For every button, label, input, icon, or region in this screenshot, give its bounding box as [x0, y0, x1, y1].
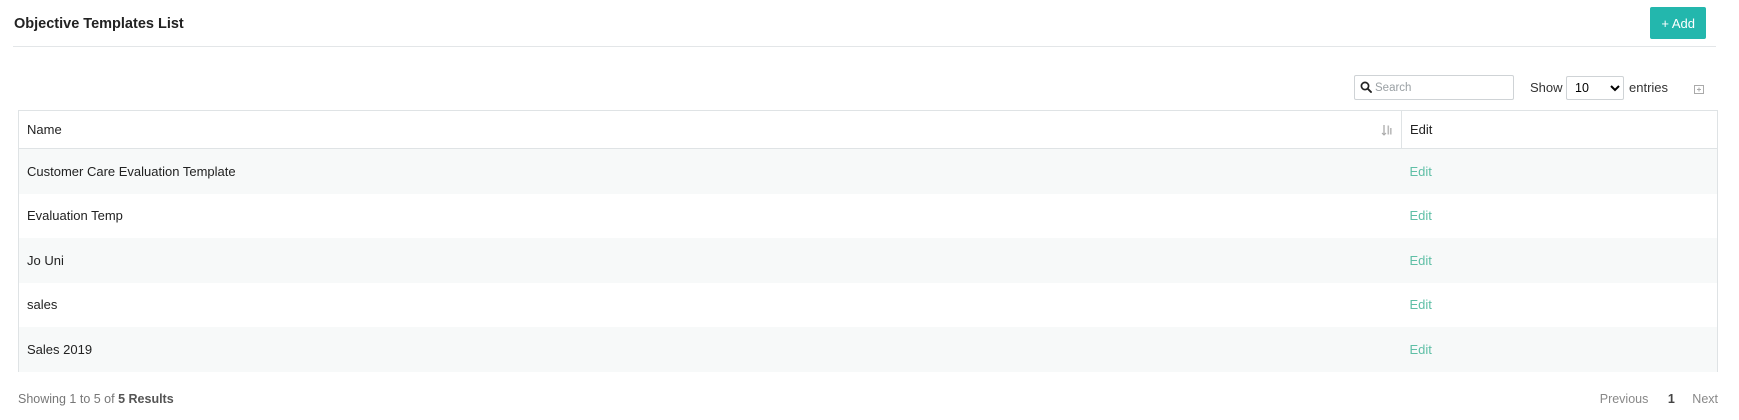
- row-name: Customer Care Evaluation Template: [19, 148, 1402, 194]
- sort-icon[interactable]: [1381, 124, 1393, 136]
- table-row: sales Edit: [19, 282, 1717, 327]
- edit-link[interactable]: Edit: [1410, 342, 1432, 357]
- edit-link[interactable]: Edit: [1410, 208, 1432, 223]
- row-name: Jo Uni: [19, 238, 1402, 283]
- entries-label: entries: [1629, 80, 1669, 95]
- edit-link[interactable]: Edit: [1410, 164, 1432, 179]
- edit-link[interactable]: Edit: [1410, 297, 1432, 312]
- table-toolbar: Show 10 entries: [0, 75, 1739, 103]
- page-header: Objective Templates List + Add: [13, 0, 1716, 47]
- table-row: Jo Uni Edit: [19, 238, 1717, 283]
- page-title: Objective Templates List: [14, 16, 184, 32]
- search-icon: [1360, 81, 1372, 93]
- search-box[interactable]: [1354, 75, 1514, 100]
- row-name: sales: [19, 282, 1402, 327]
- page-1-button[interactable]: 1: [1668, 392, 1675, 406]
- table-row: Evaluation Temp Edit: [19, 193, 1717, 238]
- next-page-button[interactable]: Next: [1692, 392, 1718, 406]
- table-row: Sales 2019 Edit: [19, 327, 1717, 372]
- table-row: Customer Care Evaluation Template Edit: [19, 148, 1717, 194]
- results-info-prefix: Showing 1 to 5 of: [18, 392, 115, 406]
- row-name: Sales 2019: [19, 327, 1402, 372]
- results-total: 5 Results: [118, 392, 174, 406]
- templates-table: Name Edit Customer Care Evaluation Templ…: [18, 110, 1718, 372]
- table-header-row: Name Edit: [19, 111, 1717, 149]
- add-button[interactable]: + Add: [1650, 7, 1706, 39]
- results-info: Showing 1 to 5 of 5 Results: [18, 392, 174, 406]
- search-input[interactable]: [1375, 77, 1509, 98]
- pagination: Previous 1 Next: [1586, 392, 1718, 406]
- export-icon[interactable]: [1693, 83, 1705, 95]
- entries-select[interactable]: 10: [1566, 76, 1624, 100]
- edit-link[interactable]: Edit: [1410, 253, 1432, 268]
- column-header-name-label: Name: [27, 122, 62, 137]
- table-footer: Showing 1 to 5 of 5 Results Previous 1 N…: [18, 390, 1718, 410]
- show-label: Show: [1530, 80, 1563, 95]
- column-header-edit: Edit: [1401, 111, 1717, 149]
- previous-page-button[interactable]: Previous: [1600, 392, 1649, 406]
- row-name: Evaluation Temp: [19, 193, 1402, 238]
- column-header-name[interactable]: Name: [19, 111, 1402, 149]
